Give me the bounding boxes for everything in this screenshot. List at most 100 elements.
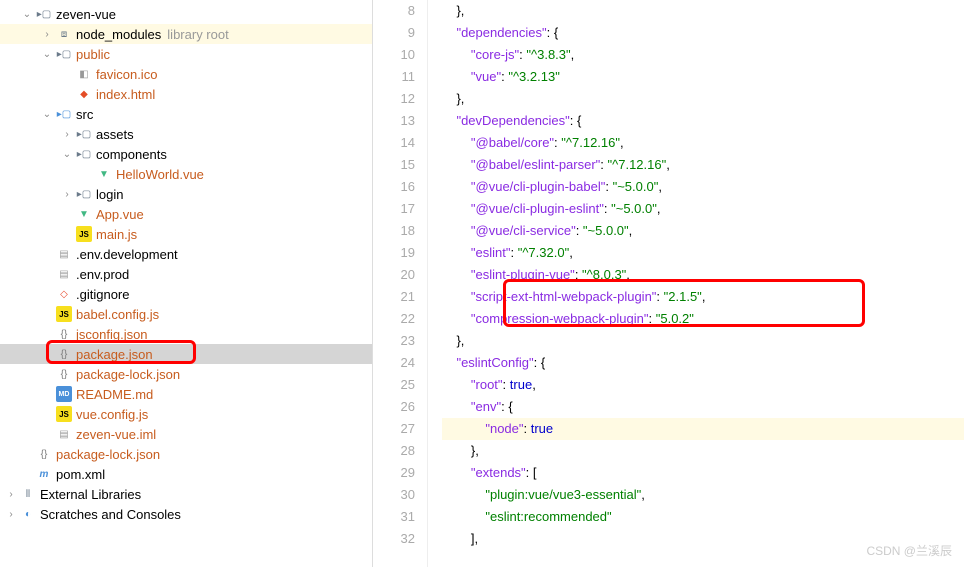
- chevron-right-icon[interactable]: ›: [60, 189, 74, 200]
- code-line[interactable]: },: [442, 88, 964, 110]
- code-line[interactable]: "plugin:vue/vue3-essential",: [442, 484, 964, 506]
- code-line[interactable]: "devDependencies": {: [442, 110, 964, 132]
- line-number: 25: [373, 374, 415, 396]
- line-number: 12: [373, 88, 415, 110]
- git-icon: ◇: [56, 286, 72, 302]
- line-number: 10: [373, 44, 415, 66]
- project-tree[interactable]: ⌄▸▢zeven-vue ›⧈node_moduleslibrary root …: [0, 0, 373, 567]
- line-number: 14: [373, 132, 415, 154]
- tree-file-readme[interactable]: ·MDREADME.md: [0, 384, 372, 404]
- line-number: 15: [373, 154, 415, 176]
- tree-file-favicon[interactable]: ·◧favicon.ico: [0, 64, 372, 84]
- code-line[interactable]: "extends": [: [442, 462, 964, 484]
- folder-icon: ▸▢: [56, 106, 72, 122]
- tree-file-packagelock[interactable]: ·{}package-lock.json: [0, 444, 372, 464]
- chevron-down-icon[interactable]: ⌄: [20, 9, 34, 20]
- chevron-right-icon[interactable]: ›: [4, 509, 18, 520]
- code-line[interactable]: "@babel/eslint-parser": "^7.12.16",: [442, 154, 964, 176]
- code-line[interactable]: "@vue/cli-plugin-eslint": "~5.0.0",: [442, 198, 964, 220]
- tree-label: pom.xml: [56, 467, 105, 482]
- tree-scratches[interactable]: ›◐Scratches and Consoles: [0, 504, 372, 524]
- code-line[interactable]: "node": true: [442, 418, 964, 440]
- tree-label: zeven-vue.iml: [76, 427, 156, 442]
- code-line[interactable]: },: [442, 330, 964, 352]
- tree-file-packagejson[interactable]: ·{}package.json: [0, 344, 372, 364]
- code-line[interactable]: "eslint": "^7.32.0",: [442, 242, 964, 264]
- tree-folder-node-modules[interactable]: ›⧈node_moduleslibrary root: [0, 24, 372, 44]
- code-line[interactable]: "@babel/core": "^7.12.16",: [442, 132, 964, 154]
- code-line[interactable]: "@vue/cli-plugin-babel": "~5.0.0",: [442, 176, 964, 198]
- json-icon: {}: [36, 446, 52, 462]
- tree-file-indexhtml[interactable]: ·◆index.html: [0, 84, 372, 104]
- tree-file-pom[interactable]: ·mpom.xml: [0, 464, 372, 484]
- line-number: 27: [373, 418, 415, 440]
- html-icon: ◆: [76, 86, 92, 102]
- code-line[interactable]: "env": {: [442, 396, 964, 418]
- chevron-down-icon[interactable]: ⌄: [40, 49, 54, 60]
- code-line[interactable]: "eslint-plugin-vue": "^8.0.3",: [442, 264, 964, 286]
- code-line[interactable]: ],: [442, 528, 964, 550]
- code-line[interactable]: "dependencies": {: [442, 22, 964, 44]
- code-editor[interactable]: 8910111213141516171819202122232425262728…: [373, 0, 964, 567]
- chevron-right-icon[interactable]: ›: [4, 489, 18, 500]
- tree-label: jsconfig.json: [76, 327, 148, 342]
- file-icon: ▤: [56, 246, 72, 262]
- code-area[interactable]: }, "dependencies": { "core-js": "^3.8.3"…: [428, 0, 964, 567]
- tree-label: components: [96, 147, 167, 162]
- tree-external-libraries[interactable]: ›⫴External Libraries: [0, 484, 372, 504]
- line-number: 23: [373, 330, 415, 352]
- tree-label: public: [76, 47, 110, 62]
- tree-file-vuecfg[interactable]: ·JSvue.config.js: [0, 404, 372, 424]
- tree-file-gitignore[interactable]: ·◇.gitignore: [0, 284, 372, 304]
- tree-file-jsconfig[interactable]: ·{}jsconfig.json: [0, 324, 372, 344]
- chevron-right-icon[interactable]: ›: [40, 29, 54, 40]
- maven-icon: m: [36, 466, 52, 482]
- code-line[interactable]: "root": true,: [442, 374, 964, 396]
- chevron-down-icon[interactable]: ⌄: [60, 149, 74, 160]
- line-number: 17: [373, 198, 415, 220]
- tree-label: babel.config.js: [76, 307, 159, 322]
- tree-file-babelcfg[interactable]: ·JSbabel.config.js: [0, 304, 372, 324]
- tree-label: vue.config.js: [76, 407, 148, 422]
- tree-label: Scratches and Consoles: [40, 507, 181, 522]
- line-number: 29: [373, 462, 415, 484]
- chevron-down-icon[interactable]: ⌄: [40, 109, 54, 120]
- code-line[interactable]: "vue": "^3.2.13": [442, 66, 964, 88]
- tree-file-packagelock2[interactable]: ·{}package-lock.json: [0, 364, 372, 384]
- tree-folder-login[interactable]: ›▸▢login: [0, 184, 372, 204]
- js-icon: JS: [76, 226, 92, 242]
- code-line[interactable]: "script-ext-html-webpack-plugin": "2.1.5…: [442, 286, 964, 308]
- tree-folder-assets[interactable]: ›▸▢assets: [0, 124, 372, 144]
- code-line[interactable]: "compression-webpack-plugin": "5.0.2": [442, 308, 964, 330]
- tree-label: .gitignore: [76, 287, 129, 302]
- line-number: 31: [373, 506, 415, 528]
- tree-file-envdev[interactable]: ·▤.env.development: [0, 244, 372, 264]
- tree-file-mainjs[interactable]: ·JSmain.js: [0, 224, 372, 244]
- code-line[interactable]: "core-js": "^3.8.3",: [442, 44, 964, 66]
- tree-label: zeven-vue: [56, 7, 116, 22]
- vue-icon: ▼: [76, 206, 92, 222]
- file-icon: ▤: [56, 266, 72, 282]
- line-number: 19: [373, 242, 415, 264]
- line-number: 28: [373, 440, 415, 462]
- tree-folder-public[interactable]: ⌄▸▢public: [0, 44, 372, 64]
- tree-file-helloworld[interactable]: ·▼HelloWorld.vue: [0, 164, 372, 184]
- image-icon: ◧: [76, 66, 92, 82]
- line-number: 22: [373, 308, 415, 330]
- line-number: 24: [373, 352, 415, 374]
- tree-folder-src[interactable]: ⌄▸▢src: [0, 104, 372, 124]
- code-line[interactable]: "eslint:recommended": [442, 506, 964, 528]
- code-line[interactable]: },: [442, 0, 964, 22]
- tree-tag: library root: [167, 27, 228, 42]
- js-icon: JS: [56, 306, 72, 322]
- tree-folder-components[interactable]: ⌄▸▢components: [0, 144, 372, 164]
- code-line[interactable]: "@vue/cli-service": "~5.0.0",: [442, 220, 964, 242]
- code-line[interactable]: },: [442, 440, 964, 462]
- tree-folder-root[interactable]: ⌄▸▢zeven-vue: [0, 4, 372, 24]
- chevron-right-icon[interactable]: ›: [60, 129, 74, 140]
- tree-label: index.html: [96, 87, 155, 102]
- code-line[interactable]: "eslintConfig": {: [442, 352, 964, 374]
- tree-file-envprod[interactable]: ·▤.env.prod: [0, 264, 372, 284]
- tree-file-iml[interactable]: ·▤zeven-vue.iml: [0, 424, 372, 444]
- tree-file-appvue[interactable]: ·▼App.vue: [0, 204, 372, 224]
